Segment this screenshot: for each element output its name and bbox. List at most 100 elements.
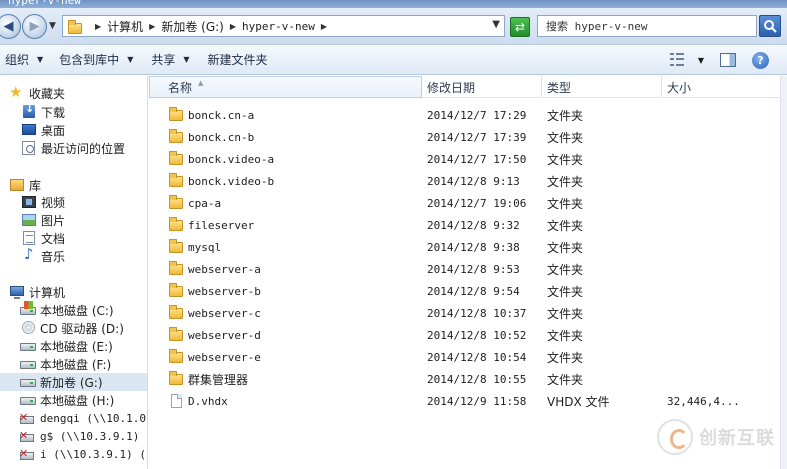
documents-icon: [21, 230, 37, 246]
file-row[interactable]: webserver-b 2014/12/8 9:54 文件夹: [149, 280, 787, 302]
modified-date-cell: 2014/12/8 10:55: [427, 372, 527, 386]
file-name-cell[interactable]: bonck.cn-b: [168, 126, 254, 148]
file-name: bonck.video-a: [188, 152, 275, 166]
file-name-cell[interactable]: cpa-a: [168, 192, 221, 214]
file-name: bonck.cn-a: [188, 108, 255, 122]
nav-videos[interactable]: 视频: [0, 193, 147, 211]
file-row[interactable]: fileserver 2014/12/8 9:32 文件夹: [149, 214, 787, 236]
nav-drive-c[interactable]: 本地磁盘 (C:): [0, 301, 147, 319]
file-row[interactable]: webserver-c 2014/12/8 10:37 文件夹: [149, 302, 787, 324]
file-name-cell[interactable]: mysql: [168, 236, 221, 258]
file-name-cell[interactable]: D.vhdx: [168, 390, 228, 412]
preview-pane-button[interactable]: [712, 53, 744, 67]
breadcrumb-computer[interactable]: 计算机: [107, 18, 143, 35]
nav-drive-e[interactable]: 本地磁盘 (E:): [0, 337, 147, 355]
nav-downloads[interactable]: 下载: [0, 102, 147, 121]
nav-drive-f[interactable]: 本地磁盘 (F:): [0, 355, 147, 373]
change-view-button[interactable]: [664, 53, 692, 67]
file-row[interactable]: bonck.cn-b 2014/12/7 17:39 文件夹: [149, 126, 787, 148]
nav-drive-h[interactable]: 本地磁盘 (H:): [0, 391, 147, 409]
refresh-button[interactable]: ⇄: [510, 17, 530, 37]
column-header-size[interactable]: 大小: [662, 76, 782, 98]
nav-documents[interactable]: 文档: [0, 229, 147, 247]
view-options-dropdown[interactable]: ▼: [692, 56, 712, 65]
file-row[interactable]: webserver-e 2014/12/8 10:54 文件夹: [149, 346, 787, 368]
nav-network-drive-y[interactable]: g$ (\\10.3.9.1) (Y: [0, 427, 147, 445]
file-row[interactable]: webserver-a 2014/12/8 9:53 文件夹: [149, 258, 787, 280]
modified-date-cell: 2014/12/9 11:58: [427, 394, 527, 408]
file-name-cell[interactable]: webserver-a: [168, 258, 261, 280]
nav-favorites[interactable]: ★ 收藏夹: [0, 83, 147, 102]
nav-label: 文档: [41, 231, 66, 246]
nav-music[interactable]: ♪ 音乐: [0, 245, 147, 265]
address-bar[interactable]: ▶ 计算机 ▶ 新加卷 (G:) ▶ hyper-v-new ▶ ▼: [62, 15, 505, 37]
share-menu[interactable]: 共享 ▼: [146, 48, 194, 72]
chevron-right-icon[interactable]: ▶: [321, 22, 327, 31]
chevron-down-icon: ▼: [127, 55, 134, 64]
address-dropdown-button[interactable]: ▼: [492, 19, 500, 30]
file-name-cell[interactable]: bonck.video-b: [168, 170, 274, 192]
file-name-cell[interactable]: bonck.cn-a: [168, 104, 254, 126]
file-row[interactable]: bonck.cn-a 2014/12/7 17:29 文件夹: [149, 104, 787, 126]
file-name-cell[interactable]: 群集管理器: [168, 368, 248, 390]
column-label: 大小: [667, 80, 692, 95]
recent-pages-dropdown[interactable]: ▼: [49, 21, 56, 31]
chevron-down-icon: ▼: [183, 55, 190, 64]
disconnected-network-drive-icon: [19, 428, 36, 444]
help-button[interactable]: ?: [744, 51, 787, 69]
modified-date-cell: 2014/12/8 10:52: [427, 328, 527, 342]
folder-icon: [168, 283, 184, 299]
chevron-right-icon[interactable]: ▶: [230, 22, 236, 31]
nav-network-drive-dengqi[interactable]: dengqi (\\10.1.0.2: [0, 409, 147, 427]
file-name-cell[interactable]: bonck.video-a: [168, 148, 274, 170]
watermark-logo-icon: [657, 419, 693, 455]
include-in-library-menu[interactable]: 包含到库中 ▼: [54, 48, 138, 72]
file-row[interactable]: D.vhdx 2014/12/9 11:58 VHDX 文件 32,446,4...: [149, 390, 787, 412]
nav-label: 本地磁盘 (H:): [40, 393, 115, 408]
back-button[interactable]: ◀: [0, 14, 21, 39]
nav-libraries[interactable]: 库: [0, 176, 147, 194]
file-row[interactable]: bonck.video-a 2014/12/7 17:50 文件夹: [149, 148, 787, 170]
nav-network-drive-z[interactable]: i (\\10.3.9.1) (Z:: [0, 445, 147, 463]
file-name-cell[interactable]: webserver-b: [168, 280, 261, 302]
nav-desktop[interactable]: 桌面: [0, 121, 147, 139]
file-name-cell[interactable]: webserver-e: [168, 346, 261, 368]
column-header-name[interactable]: 名称 ▲: [149, 76, 422, 98]
nav-computer[interactable]: 计算机: [0, 283, 147, 301]
nav-label: 收藏夹: [29, 86, 66, 101]
file-row[interactable]: mysql 2014/12/8 9:38 文件夹: [149, 236, 787, 258]
scrollbar-edge[interactable]: [780, 76, 787, 469]
breadcrumb-hyper-v-new[interactable]: hyper-v-new: [242, 20, 315, 33]
modified-date-cell: 2014/12/8 9:38: [427, 240, 520, 254]
search-button[interactable]: [759, 15, 781, 37]
new-folder-button[interactable]: 新建文件夹: [203, 48, 273, 72]
column-header-type[interactable]: 类型: [542, 76, 662, 98]
file-name-cell[interactable]: webserver-d: [168, 324, 261, 346]
file-row[interactable]: bonck.video-b 2014/12/8 9:13 文件夹: [149, 170, 787, 192]
nav-recent-places[interactable]: 最近访问的位置: [0, 139, 147, 157]
chevron-right-icon[interactable]: ▶: [95, 22, 101, 31]
forward-button[interactable]: ▶: [22, 14, 47, 39]
file-name-cell[interactable]: webserver-c: [168, 302, 261, 324]
search-input[interactable]: 搜索 hyper-v-new: [537, 15, 757, 37]
nav-label: 新加卷 (G:): [40, 375, 103, 390]
file-name-cell[interactable]: fileserver: [168, 214, 254, 236]
column-header-date[interactable]: 修改日期: [422, 76, 542, 98]
cd-drive-icon: [20, 320, 36, 336]
nav-label: 图片: [41, 213, 66, 228]
type-cell: 文件夹: [547, 130, 584, 145]
file-name: webserver-e: [188, 350, 261, 364]
chevron-right-icon[interactable]: ▶: [149, 22, 155, 31]
computer-icon: [9, 284, 25, 300]
file-row[interactable]: cpa-a 2014/12/7 19:06 文件夹: [149, 192, 787, 214]
nav-label: 本地磁盘 (F:): [40, 357, 112, 372]
nav-drive-d[interactable]: CD 驱动器 (D:): [0, 319, 147, 337]
nav-label: 计算机: [29, 285, 66, 300]
breadcrumb-drive-g[interactable]: 新加卷 (G:): [161, 18, 224, 35]
nav-label: CD 驱动器 (D:): [40, 321, 124, 336]
file-row[interactable]: 群集管理器 2014/12/8 10:55 文件夹: [149, 368, 787, 390]
organize-menu[interactable]: 组织 ▼: [0, 48, 48, 72]
nav-drive-g[interactable]: 新加卷 (G:): [0, 373, 147, 391]
nav-pictures[interactable]: 图片: [0, 211, 147, 229]
file-row[interactable]: webserver-d 2014/12/8 10:52 文件夹: [149, 324, 787, 346]
